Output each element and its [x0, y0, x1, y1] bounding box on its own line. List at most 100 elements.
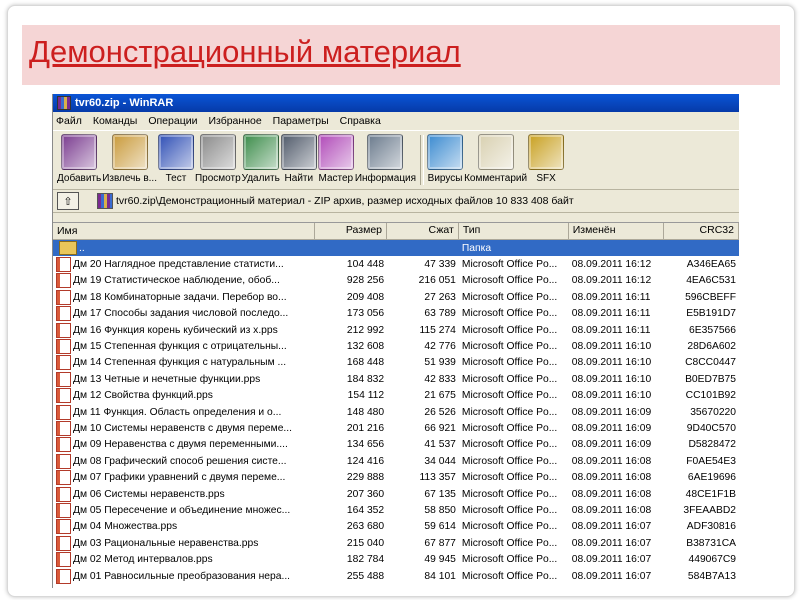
- pps-file-icon: [56, 306, 71, 322]
- file-packed: 26 526: [424, 406, 456, 418]
- window-titlebar[interactable]: tvr60.zip - WinRAR: [53, 94, 739, 112]
- file-name: Дм 14 Степенная функция с натуральным ..…: [73, 357, 287, 369]
- file-name: Дм 04 Множества.pps: [73, 521, 178, 533]
- file-row[interactable]: Дм 11 Функция. Область определения и о..…: [53, 404, 739, 420]
- file-modified: 08.09.2011 16:11: [571, 291, 651, 303]
- pps-file-icon: [56, 519, 71, 535]
- file-row[interactable]: Дм 14 Степенная функция с натуральным ..…: [53, 355, 739, 371]
- info-icon: [367, 134, 404, 170]
- file-type: Microsoft Office Po...: [461, 308, 558, 320]
- file-packed: 21 675: [424, 390, 456, 402]
- file-name: Дм 11 Функция. Область определения и о..…: [73, 406, 282, 418]
- file-row[interactable]: Дм 06 Системы неравенств.pps 207 360 67 13…: [53, 486, 739, 502]
- address-path[interactable]: tvr60.zip\Демонстрационный материал - ZI…: [116, 195, 574, 207]
- file-row[interactable]: Дм 08 Графический способ решения систе..…: [53, 453, 739, 469]
- toolbar-button-add-archive[interactable]: Добавить: [57, 131, 101, 189]
- file-row[interactable]: Дм 19 Статистическое наблюдение, обоб...…: [53, 273, 739, 289]
- file-row[interactable]: Дм 09 Неравенства с двумя переменными...…: [53, 437, 739, 453]
- toolbar-button-view[interactable]: Просмотр: [195, 131, 241, 189]
- file-crc: 48CE1F1B: [685, 488, 737, 500]
- file-row[interactable]: Дм 13 Четные и нечетные функции.pps 184 8…: [53, 371, 739, 387]
- file-name: Дм 19 Статистическое наблюдение, обоб...: [73, 275, 280, 287]
- file-size: 184 832: [346, 373, 385, 385]
- file-row[interactable]: Дм 18 Комбинаторные задачи. Перебор во..…: [53, 289, 739, 305]
- file-row[interactable]: Дм 15 Степенная функция с отрицательны..…: [53, 338, 739, 355]
- file-modified: 08.09.2011 16:10: [571, 357, 652, 369]
- file-modified: 08.09.2011 16:07: [571, 554, 652, 566]
- file-type: Microsoft Office Po...: [461, 439, 558, 451]
- column-header-name[interactable]: Имя: [53, 223, 316, 239]
- menu-options[interactable]: Параметры: [273, 115, 329, 127]
- file-type: Microsoft Office Po...: [461, 455, 558, 467]
- file-type: Microsoft Office Po...: [461, 537, 558, 549]
- file-row[interactable]: Дм 01 Равносильные преобразования нера..…: [53, 568, 739, 584]
- file-row[interactable]: Дм 04 Множества.pps 263 680 59 614 Microsof…: [53, 519, 739, 535]
- file-rows: Дм 20 Наглядное представление статисти..…: [53, 256, 739, 584]
- file-row[interactable]: Дм 17 Способы задания числовой последо..…: [53, 306, 739, 322]
- file-packed: 63 789: [424, 308, 456, 320]
- toolbar-button-extract[interactable]: Извлечь в...: [102, 131, 157, 189]
- column-header-crc[interactable]: CRC32: [664, 223, 739, 239]
- menu-favorites[interactable]: Избранное: [208, 115, 261, 127]
- toolbar-button-label: Извлечь в...: [102, 173, 157, 184]
- file-type: Microsoft Office Po...: [461, 472, 558, 484]
- file-crc: F0AE54E3: [686, 455, 737, 467]
- file-type: Microsoft Office Po...: [461, 406, 558, 418]
- file-type: Microsoft Office Po...: [461, 259, 558, 271]
- file-row[interactable]: Дм 02 Метод интервалов.pps 182 784 49 945 M…: [53, 551, 739, 568]
- file-row[interactable]: Дм 07 Графики уравнений с двумя переме..…: [53, 469, 739, 486]
- file-size: 132 608: [346, 341, 385, 353]
- file-packed: 115 274: [419, 324, 456, 336]
- file-row[interactable]: Дм 12 Свойства функций.pps 154 112 21 675 M…: [53, 388, 739, 404]
- file-modified: 08.09.2011 16:12: [571, 259, 652, 271]
- toolbar-button-sfx[interactable]: SFX: [528, 131, 565, 189]
- parent-folder-row[interactable]: .. Папка: [53, 240, 739, 257]
- toolbar-button-comment[interactable]: Комментарий: [464, 131, 527, 189]
- file-modified: 08.09.2011 16:10: [571, 373, 652, 385]
- file-type: Microsoft Office Po...: [461, 422, 558, 434]
- column-header-modified[interactable]: Изменён: [569, 223, 665, 239]
- file-crc: B0ED7B75: [685, 373, 737, 385]
- toolbar-button-wizard[interactable]: Мастер: [317, 131, 354, 189]
- toolbar-separator: [420, 135, 425, 185]
- toolbar-button-info[interactable]: Информация: [355, 131, 416, 189]
- column-header-size[interactable]: Размер: [315, 223, 387, 239]
- view-icon: [199, 134, 236, 170]
- file-crc: 584B7A13: [687, 570, 737, 582]
- up-folder-button[interactable]: ⇧: [57, 192, 79, 210]
- file-row[interactable]: Дм 10 Системы неравенств с двумя переме.…: [53, 420, 739, 436]
- file-modified: 08.09.2011 16:07: [571, 537, 652, 549]
- menu-file[interactable]: Файл: [56, 115, 82, 127]
- column-header-type[interactable]: Тип: [459, 223, 569, 239]
- file-name: Дм 07 Графики уравнений с двумя переме..…: [73, 472, 286, 484]
- file-modified: 08.09.2011 16:11: [571, 324, 651, 336]
- menu-help[interactable]: Справка: [340, 115, 381, 127]
- list-header: Имя Размер Сжат Тип Изменён CRC32: [53, 223, 739, 240]
- menu-commands[interactable]: Команды: [93, 115, 138, 127]
- file-row[interactable]: Дм 05 Пересечение и объединение множес..…: [53, 502, 739, 518]
- file-row[interactable]: Дм 16 Функция корень кубический из x.pps…: [53, 322, 739, 338]
- find-icon: [280, 134, 317, 170]
- file-size: 201 216: [346, 422, 385, 434]
- toolbar-button-test[interactable]: Тест: [157, 131, 194, 189]
- file-name: Дм 16 Функция корень кубический из x.pps: [73, 324, 278, 336]
- file-row[interactable]: Дм 20 Наглядное представление статисти..…: [53, 256, 739, 273]
- file-type: Microsoft Office Po...: [461, 570, 558, 582]
- file-name: Дм 09 Неравенства с двумя переменными...…: [73, 439, 288, 451]
- toolbar-button-label: SFX: [536, 173, 556, 184]
- toolbar-button-find[interactable]: Найти: [280, 131, 317, 189]
- column-header-packed[interactable]: Сжат: [387, 223, 459, 239]
- pps-file-icon: [56, 404, 71, 420]
- file-row[interactable]: Дм 03 Рациональные неравенства.pps 215 04…: [53, 535, 739, 551]
- file-size: 134 656: [346, 439, 385, 451]
- toolbar-button-virus[interactable]: Вирусы: [427, 131, 464, 189]
- file-modified: 08.09.2011 16:08: [571, 488, 652, 500]
- menu-operations[interactable]: Операции: [148, 115, 197, 127]
- file-size: 207 360: [346, 488, 385, 500]
- file-crc: 6E357566: [689, 324, 737, 336]
- file-size: 164 352: [346, 504, 385, 516]
- toolbar-button-label: Найти: [284, 173, 314, 184]
- file-name: Дм 13 Четные и нечетные функции.pps: [73, 373, 261, 385]
- toolbar-button-delete[interactable]: Удалить: [242, 131, 280, 189]
- file-packed: 47 339: [424, 259, 456, 271]
